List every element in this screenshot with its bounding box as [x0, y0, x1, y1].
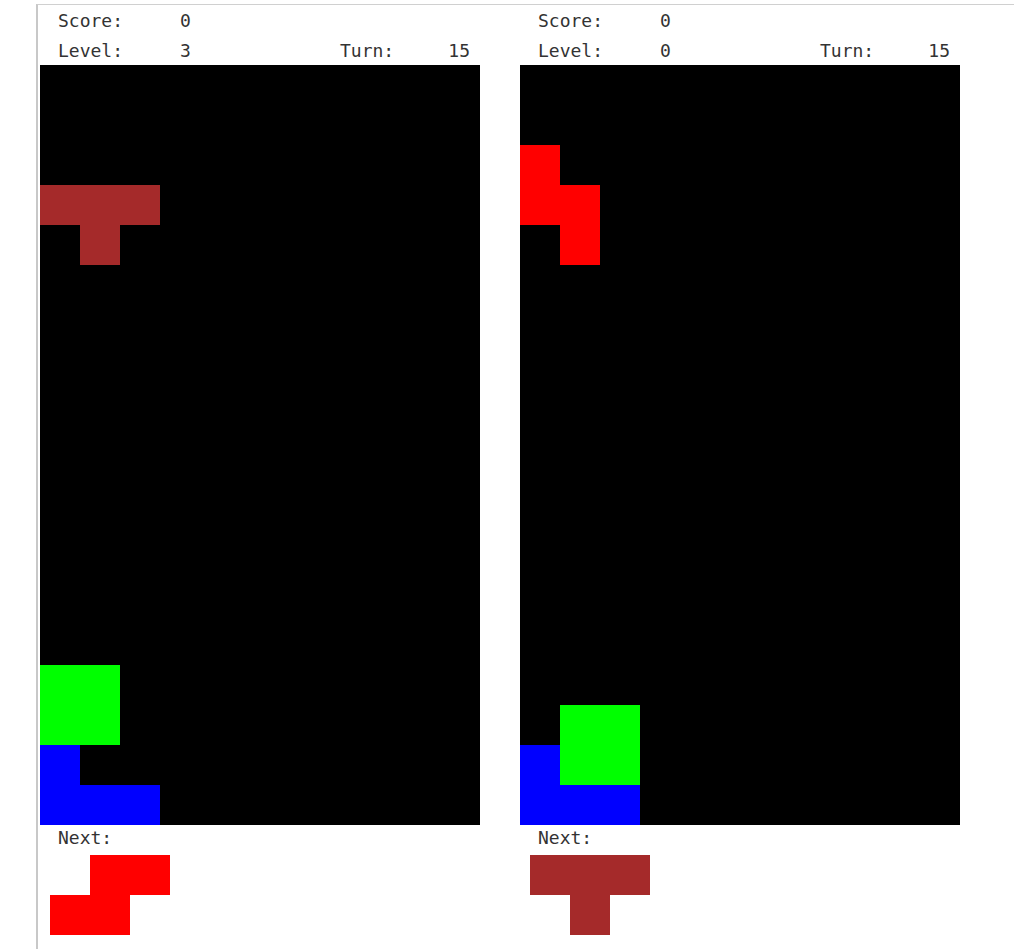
- level-value: 3: [180, 40, 191, 61]
- block: [40, 745, 80, 785]
- next-block: [90, 895, 130, 935]
- turn-value: 15: [920, 40, 950, 61]
- level-label: Level:: [538, 40, 660, 61]
- block: [520, 145, 560, 185]
- block: [520, 185, 560, 225]
- player-panel: Score: 0 Level: 3 Turn: 15 Next:: [40, 5, 480, 949]
- next-block: [130, 855, 170, 895]
- block: [560, 785, 600, 825]
- turn-value: 15: [440, 40, 470, 61]
- block: [560, 185, 600, 225]
- block: [120, 185, 160, 225]
- block: [80, 705, 120, 745]
- block: [40, 705, 80, 745]
- game-board: [520, 65, 960, 825]
- game-board: [40, 65, 480, 825]
- block: [80, 665, 120, 705]
- level-value: 0: [660, 40, 671, 61]
- block: [560, 745, 600, 785]
- game-window: Score: 0 Level: 3 Turn: 15 Next: Score: …: [36, 4, 1014, 949]
- block: [520, 785, 560, 825]
- next-label: Next:: [40, 825, 480, 855]
- block: [520, 745, 560, 785]
- score-label: Score:: [538, 10, 660, 31]
- next-piece: [50, 855, 170, 935]
- block: [120, 785, 160, 825]
- block: [80, 185, 120, 225]
- next-block: [570, 855, 610, 895]
- next-block: [530, 855, 570, 895]
- block: [40, 185, 80, 225]
- next-piece: [530, 855, 650, 935]
- block: [560, 705, 600, 745]
- level-label: Level:: [58, 40, 180, 61]
- block: [80, 785, 120, 825]
- score-value: 0: [660, 10, 671, 31]
- turn-label: Turn:: [820, 40, 920, 61]
- score-row: Score: 0: [40, 5, 480, 35]
- turn-label: Turn:: [340, 40, 440, 61]
- next-label: Next:: [520, 825, 960, 855]
- level-row: Level: 0 Turn: 15: [520, 35, 960, 65]
- block: [40, 665, 80, 705]
- player-panel: Score: 0 Level: 0 Turn: 15 Next:: [520, 5, 960, 949]
- block: [40, 785, 80, 825]
- block: [600, 745, 640, 785]
- block: [600, 705, 640, 745]
- next-block: [50, 895, 90, 935]
- next-block: [610, 855, 650, 895]
- next-block: [90, 855, 130, 895]
- block: [80, 225, 120, 265]
- score-value: 0: [180, 10, 191, 31]
- block: [600, 785, 640, 825]
- score-row: Score: 0: [520, 5, 960, 35]
- score-label: Score:: [58, 10, 180, 31]
- level-row: Level: 3 Turn: 15: [40, 35, 480, 65]
- block: [560, 225, 600, 265]
- next-block: [570, 895, 610, 935]
